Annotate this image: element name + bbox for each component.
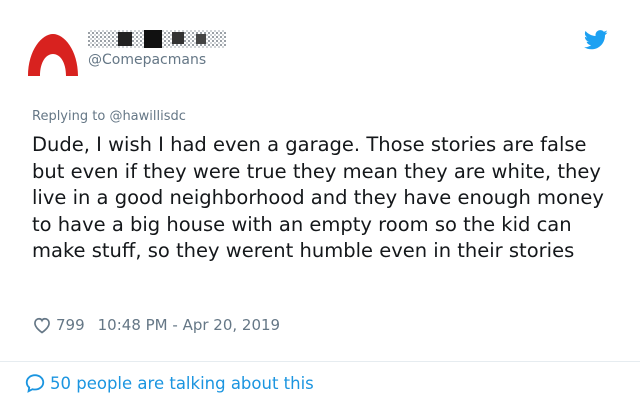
user-handle[interactable]: @Comepacmans (88, 52, 206, 68)
twitter-bird-icon[interactable] (584, 30, 608, 50)
avatar-image (26, 24, 80, 78)
divider (0, 361, 640, 362)
like-count: 799 (56, 316, 85, 334)
tweet-card: @Comepacmans Replying to @hawillisdc Dud… (0, 0, 640, 406)
reply-to-handle[interactable]: @hawillisdc (109, 109, 185, 124)
display-name-redacted (88, 28, 226, 50)
replying-to: Replying to @hawillisdc (32, 109, 186, 124)
conversation-link[interactable]: 50 people are talking about this (24, 372, 314, 394)
tweet-text: Dude, I wish I had even a garage. Those … (32, 133, 604, 262)
avatar[interactable] (26, 24, 80, 78)
reply-prefix: Replying to (32, 109, 106, 124)
speech-bubble-icon (24, 372, 46, 394)
conversation-text: 50 people are talking about this (50, 373, 314, 393)
heart-icon[interactable] (32, 315, 52, 335)
tweet-meta: 799 10:48 PM - Apr 20, 2019 (32, 315, 280, 335)
tweet-timestamp[interactable]: 10:48 PM - Apr 20, 2019 (98, 316, 280, 334)
